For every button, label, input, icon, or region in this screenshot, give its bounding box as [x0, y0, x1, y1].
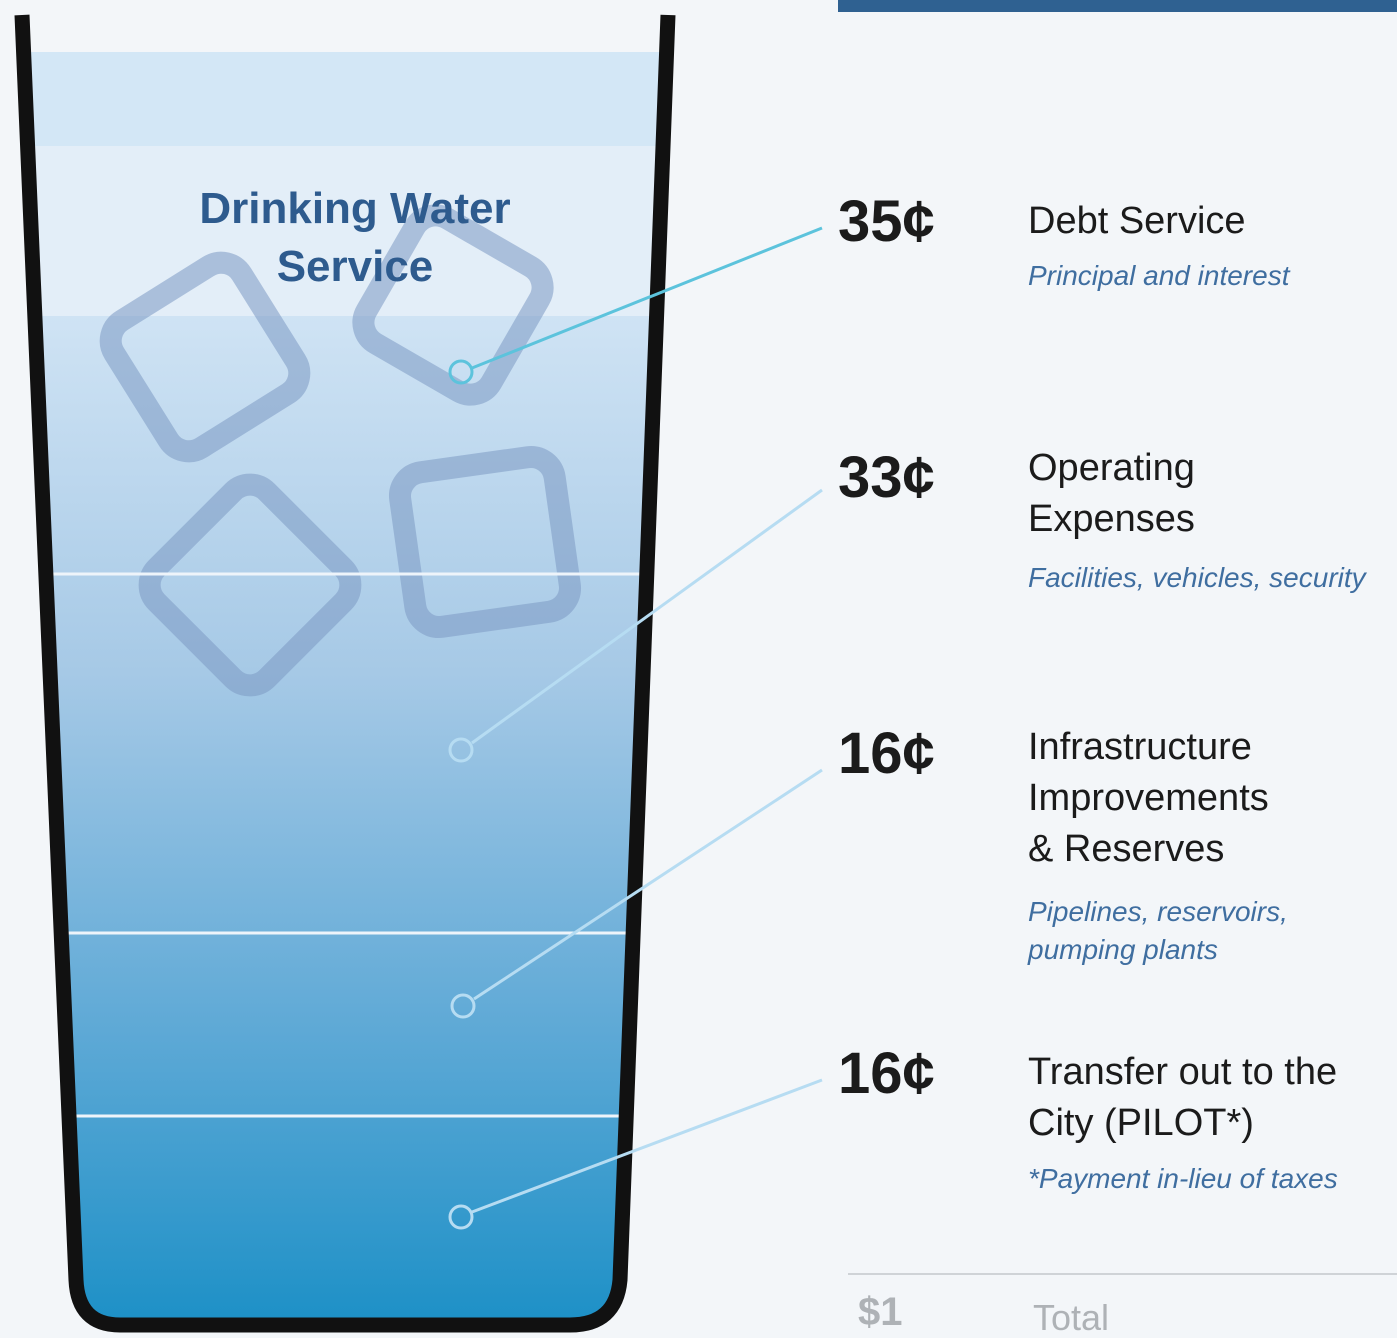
- desc-transfer-pilot: *Payment in-lieu of taxes: [1028, 1160, 1397, 1198]
- total-amount: $1: [858, 1290, 903, 1334]
- desc-operating-expenses: Facilities, vehicles, security: [1028, 559, 1397, 597]
- label-operating-expenses: Operating Expenses: [1028, 443, 1393, 545]
- total-divider: [848, 1273, 1397, 1275]
- label-debt-service: Debt Service: [1028, 196, 1393, 247]
- amount-transfer-pilot: 16¢: [838, 1041, 935, 1106]
- glass-title-line: Service: [276, 242, 434, 291]
- desc-line: Facilities, vehicles, security: [1028, 562, 1366, 593]
- header-band: [838, 0, 1397, 12]
- label-line: Infrastructure: [1028, 726, 1252, 768]
- desc-debt-service: Principal and interest: [1028, 257, 1397, 295]
- label-line: Transfer out to the: [1028, 1051, 1338, 1093]
- label-line: & Reserves: [1028, 828, 1225, 870]
- air-space: [22, 15, 668, 52]
- glass-title: Drinking Water Service: [150, 180, 560, 296]
- label-line: Debt Service: [1028, 200, 1246, 242]
- label-transfer-pilot: Transfer out to the City (PILOT*): [1028, 1047, 1393, 1149]
- desc-line: Pipelines, reservoirs,: [1028, 896, 1288, 927]
- water-surface-band: [22, 52, 668, 146]
- label-line: City (PILOT*): [1028, 1102, 1254, 1144]
- amount-debt-service: 35¢: [838, 189, 935, 254]
- water-body: [22, 316, 668, 1325]
- label-line: Expenses: [1028, 498, 1195, 540]
- desc-line: *Payment in-lieu of taxes: [1028, 1163, 1338, 1194]
- glass-title-line: Drinking Water: [199, 184, 511, 233]
- total-label: Total: [1033, 1297, 1110, 1338]
- label-line: Operating: [1028, 447, 1195, 489]
- amount-infrastructure: 16¢: [838, 721, 935, 786]
- desc-line: Principal and interest: [1028, 260, 1290, 291]
- label-line: Improvements: [1028, 777, 1269, 819]
- desc-line: pumping plants: [1028, 934, 1218, 965]
- label-infrastructure: Infrastructure Improvements & Reserves: [1028, 722, 1393, 875]
- amount-operating-expenses: 33¢: [838, 445, 935, 510]
- desc-infrastructure: Pipelines, reservoirs, pumping plants: [1028, 893, 1397, 969]
